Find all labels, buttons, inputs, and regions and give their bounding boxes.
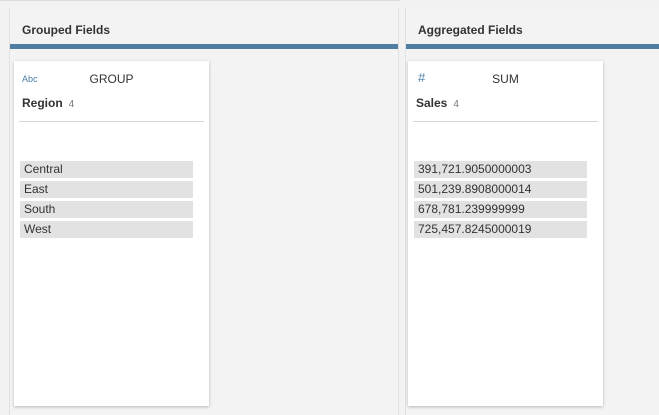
field-value-count: 4 [453,99,459,110]
aggregated-fields-accent-bar [406,44,659,49]
list-item[interactable]: 725,457.8245000019 [414,221,587,238]
list-item[interactable]: 391,721.9050000003 [414,161,587,178]
field-name: Sales 4 [416,96,459,110]
grouped-fields-header: Grouped Fields [22,23,111,37]
list-item[interactable]: Central [20,161,193,178]
field-name-text: Region [22,96,63,110]
list-item[interactable]: East [20,181,193,198]
field-card-header: # SUM Sales 4 [413,61,598,122]
list-item[interactable]: 501,239.8908000014 [414,181,587,198]
grouped-fields-accent-bar [10,44,398,49]
list-item[interactable]: West [20,221,193,238]
top-divider [0,0,400,1]
field-card-sales[interactable]: # SUM Sales 4 391,721.9050000003 501,239.… [408,61,603,406]
field-values-list: 391,721.9050000003 501,239.8908000014 67… [414,161,587,241]
aggregation-label[interactable]: GROUP [19,72,204,86]
field-value-count: 4 [68,99,75,110]
field-name: Region 4 [22,96,74,110]
aggregated-fields-header: Aggregated Fields [418,23,523,37]
list-item[interactable]: 678,781.239999999 [414,201,587,218]
aggregation-label[interactable]: SUM [413,72,598,86]
aggregated-fields-pane[interactable]: Aggregated Fields # SUM Sales 4 391,721.9… [405,8,659,415]
grouped-fields-pane[interactable]: Grouped Fields Abc GROUP Region 4 Central… [9,8,399,415]
field-name-text: Sales [416,96,448,110]
list-item[interactable]: South [20,201,193,218]
field-card-header: Abc GROUP Region 4 [19,61,204,122]
field-values-list: Central East South West [20,161,193,241]
field-card-region[interactable]: Abc GROUP Region 4 Central East South Wes… [14,61,209,406]
